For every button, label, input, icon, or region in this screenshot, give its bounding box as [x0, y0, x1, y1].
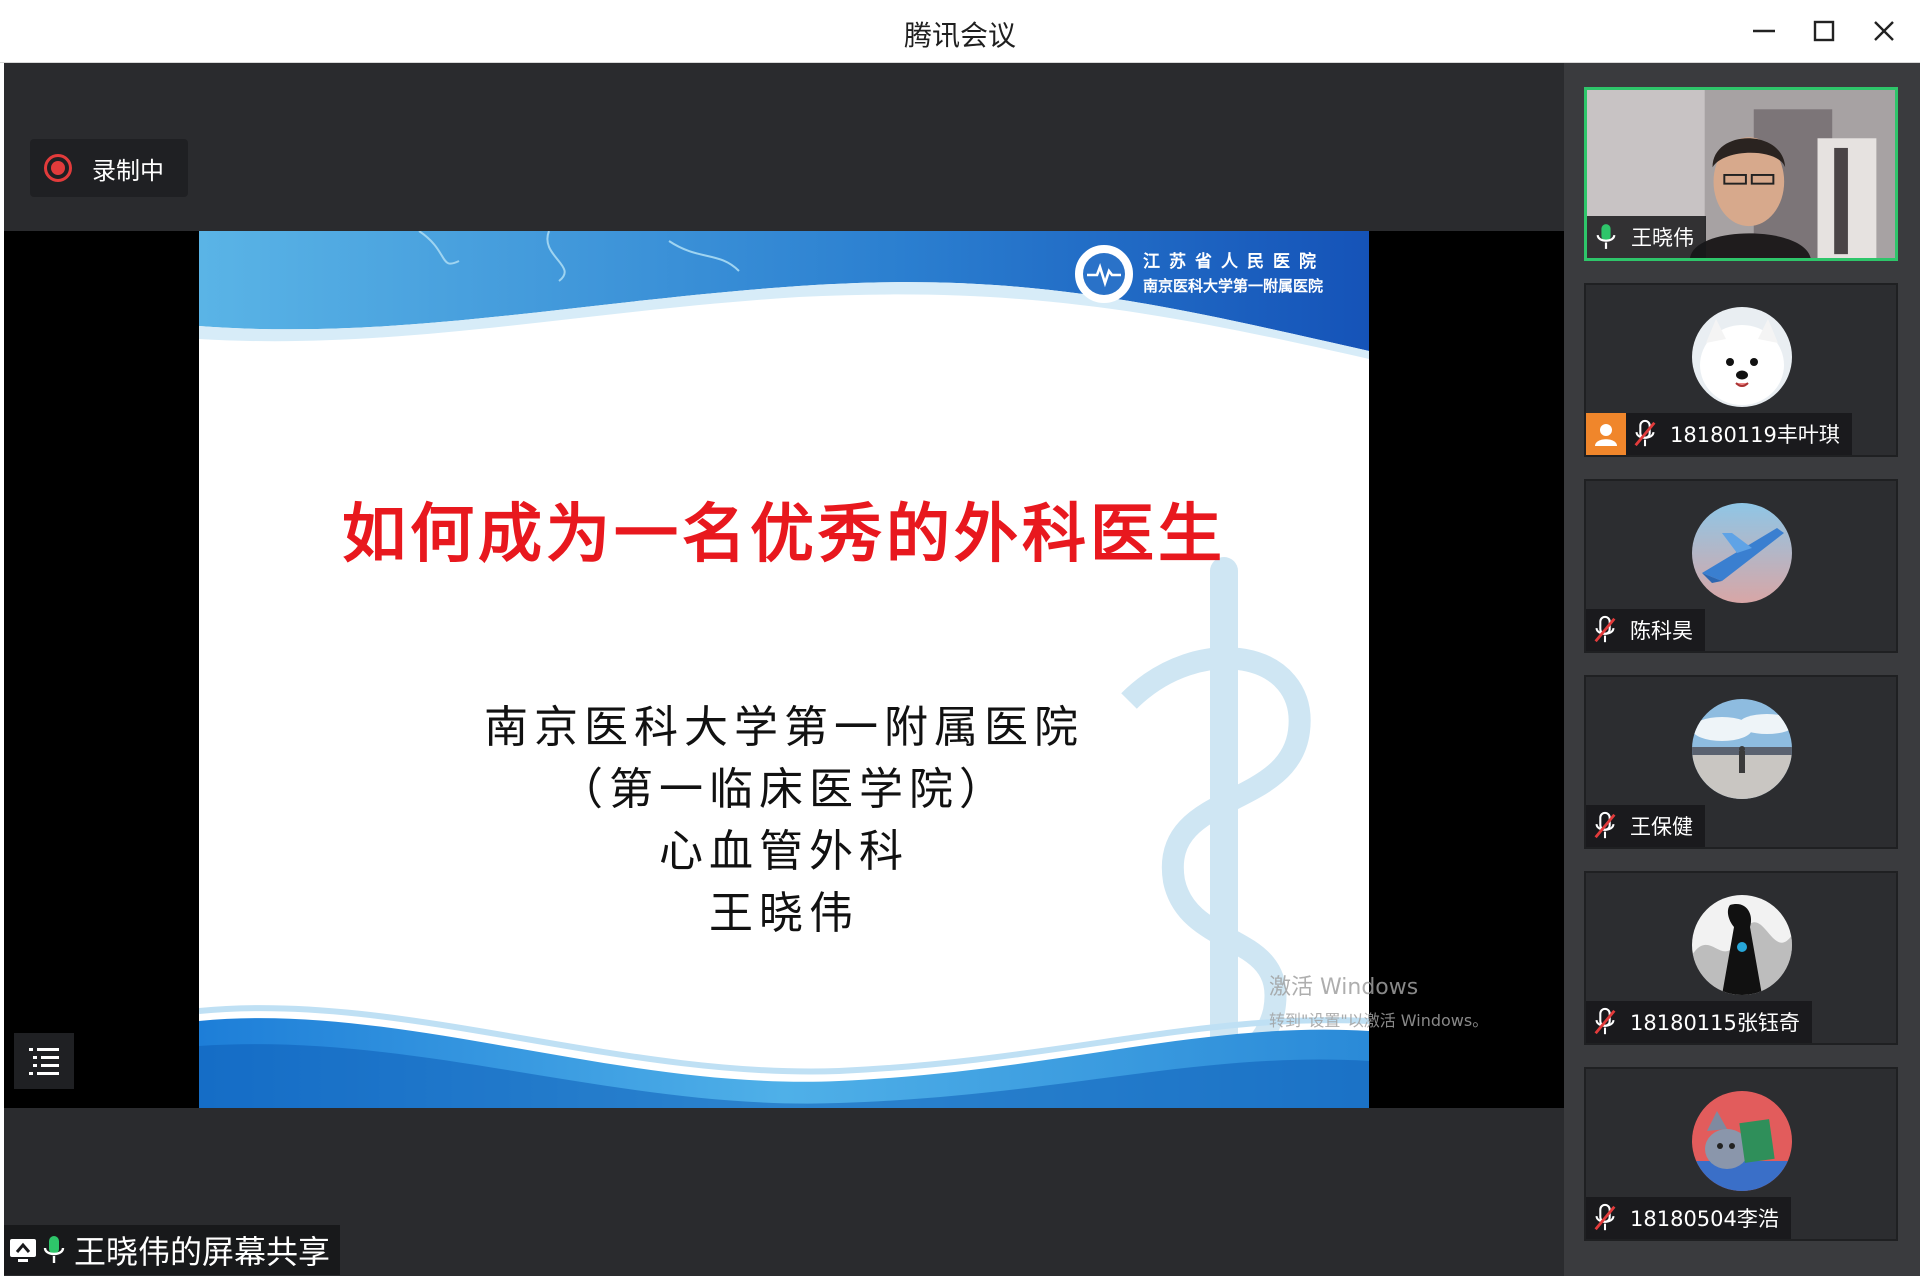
close-icon [1874, 21, 1894, 41]
participant-name-tag: 18180119丰叶琪 [1586, 413, 1852, 455]
avatar [1692, 895, 1792, 995]
avatar [1692, 503, 1792, 603]
slide-line-3: 心血管外科 [659, 826, 909, 877]
logo-line2: 南京医科大学第一附属医院 [1143, 277, 1324, 295]
minimize-button[interactable] [1738, 8, 1790, 54]
slide-line-2: （第一临床医学院） [559, 764, 1009, 815]
minimize-icon [1753, 29, 1775, 33]
maximize-icon [1813, 20, 1835, 42]
avatar [1692, 699, 1792, 799]
slide-title: 如何成为一名优秀的外科医生 [342, 497, 1226, 572]
participant-name: 王保健 [1630, 815, 1693, 839]
slide-line-4: 王晓伟 [709, 888, 859, 939]
mic-muted-icon [1594, 1007, 1616, 1035]
watermark-line1: 激活 Windows [1269, 975, 1419, 1000]
participant-name: 18180119丰叶琪 [1670, 423, 1840, 447]
list-menu-button[interactable] [14, 1033, 74, 1089]
logo-line1: 江苏省人民医院 [1143, 252, 1325, 272]
participant-name: 18180504李浩 [1630, 1207, 1779, 1231]
slide-background [199, 231, 1369, 1108]
avatar [1692, 1091, 1792, 1191]
screen-share-icon [10, 1239, 36, 1262]
windows-activation-watermark: 激活 Windows 转到"设置"以激活 Windows。 [1269, 969, 1488, 1031]
title-bar: 腾讯会议 [0, 0, 1920, 63]
participant-name: 王晓伟 [1631, 226, 1694, 250]
slide-line-1: 南京医科大学第一附属医院 [484, 702, 1084, 753]
record-icon [44, 154, 72, 182]
recording-indicator[interactable]: 录制中 [30, 139, 188, 197]
watermark-line2: 转到"设置"以激活 Windows。 [1269, 1011, 1489, 1030]
close-button[interactable] [1858, 8, 1910, 54]
participant-panel: 王晓伟 18180119丰叶琪 陈科昊 王保健 18180115张钰奇 1818… [1564, 63, 1920, 1276]
avatar [1692, 307, 1792, 407]
participant-name: 18180115张钰奇 [1630, 1011, 1800, 1035]
participant-tile[interactable]: 王保健 [1584, 675, 1898, 849]
participant-tile[interactable]: 王晓伟 [1584, 87, 1898, 261]
main-stage: 录制中 江苏省人民医院 南京医科大学第一附属医院 如何成为一名优秀的外科医生 南… [4, 63, 1564, 1276]
hospital-logo-icon [1075, 245, 1133, 303]
mic-muted-icon [1594, 811, 1616, 839]
participant-name-tag: 陈科昊 [1586, 609, 1705, 651]
participant-tile[interactable]: 18180115张钰奇 [1584, 871, 1898, 1045]
window-title: 腾讯会议 [903, 19, 1016, 52]
participant-tile[interactable]: 18180504李浩 [1584, 1067, 1898, 1241]
mic-muted-icon [1594, 615, 1616, 643]
presentation-slide: 江苏省人民医院 南京医科大学第一附属医院 如何成为一名优秀的外科医生 南京医科大… [199, 231, 1369, 1108]
hospital-logo: 江苏省人民医院 南京医科大学第一附属医院 [1075, 245, 1325, 303]
participant-tile[interactable]: 18180119丰叶琪 [1584, 283, 1898, 457]
participant-name: 陈科昊 [1630, 619, 1693, 643]
screen-share-area: 江苏省人民医院 南京医科大学第一附属医院 如何成为一名优秀的外科医生 南京医科大… [4, 231, 1564, 1108]
participant-name-tag: 18180115张钰奇 [1586, 1001, 1812, 1043]
participant-name-tag: 18180504李浩 [1586, 1197, 1791, 1239]
list-icon [29, 1048, 59, 1075]
mic-on-icon [1596, 224, 1616, 249]
maximize-button[interactable] [1798, 8, 1850, 54]
screen-share-label: 王晓伟的屏幕共享 [4, 1225, 341, 1275]
mic-muted-icon [1634, 419, 1656, 447]
participant-name-tag: 王保健 [1586, 805, 1705, 847]
mic-muted-icon [1594, 1203, 1616, 1231]
participant-name-tag: 王晓伟 [1587, 216, 1706, 258]
participant-tile[interactable]: 陈科昊 [1584, 479, 1898, 653]
mic-on-icon [43, 1236, 65, 1263]
recording-label: 录制中 [92, 156, 164, 185]
person-icon [1586, 413, 1626, 455]
screen-share-label-text: 王晓伟的屏幕共享 [74, 1233, 331, 1271]
